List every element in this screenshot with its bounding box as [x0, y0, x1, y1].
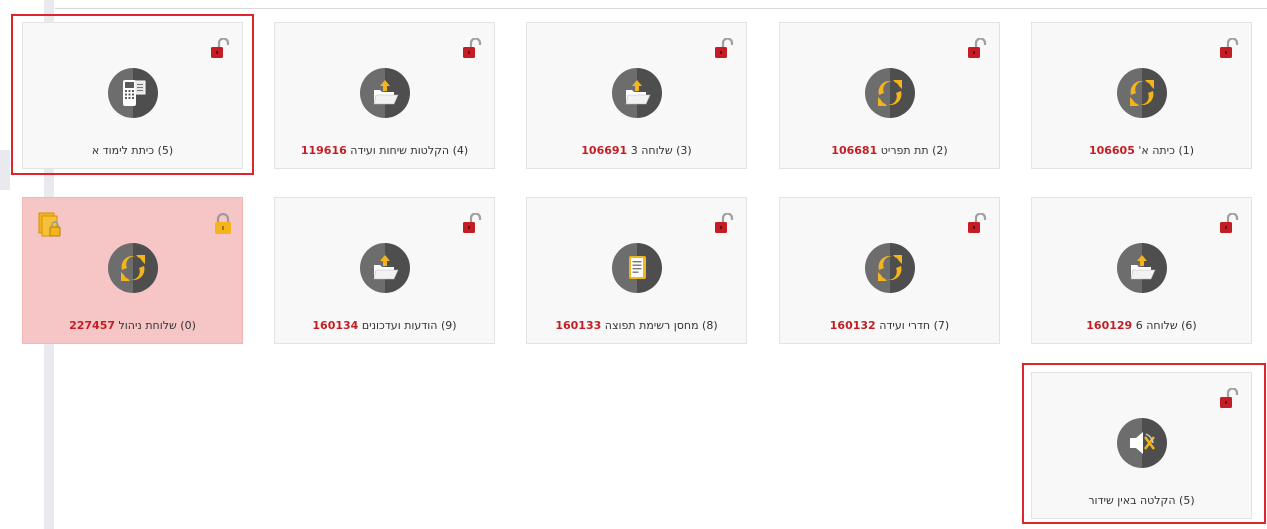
lock-closed-icon[interactable] — [214, 212, 232, 235]
tile-code: 106681 — [831, 144, 878, 157]
lock-open-icon[interactable] — [462, 212, 482, 235]
tile-name: הקלטה באין שידור — [1088, 494, 1176, 507]
extension-tile[interactable]: (3) שלוחה 3 106691 — [526, 22, 747, 169]
speaker-mute-icon — [1117, 418, 1167, 468]
lock-open-icon[interactable] — [210, 37, 230, 60]
extension-tile[interactable]: (5) הקלטה באין שידור — [1031, 372, 1252, 519]
lock-open-icon[interactable] — [714, 212, 734, 235]
extension-tile[interactable]: (1) כיתה א' 106605 — [1031, 22, 1252, 169]
tile-index: (7) — [933, 319, 950, 332]
extension-tile[interactable]: (8) מחסן רשימת תפוצה 160133 — [526, 197, 747, 344]
extension-tile[interactable]: (2) תת תפריט 106681 — [779, 22, 1000, 169]
folder-upload-icon — [360, 243, 410, 293]
tile-name: שלוחה 6 — [1135, 319, 1178, 332]
tile-caption: (7) חדרי ועידה 160132 — [780, 319, 999, 332]
extension-tile[interactable]: (5) כיתת לימוד א — [22, 22, 243, 169]
tile-code: 160132 — [829, 319, 876, 332]
tile-caption: (9) הודעות ועדכונים 160134 — [275, 319, 494, 332]
lock-open-icon[interactable] — [967, 37, 987, 60]
tile-name: כיתה א' — [1138, 144, 1175, 157]
tile-index: (4) — [452, 144, 469, 157]
tile-index: (2) — [932, 144, 948, 157]
folder-upload-icon — [360, 68, 410, 118]
tile-caption: (6) שלוחה 6 160129 — [1032, 319, 1251, 332]
tile-code: 106605 — [1088, 144, 1135, 157]
lock-open-icon[interactable] — [714, 37, 734, 60]
left-edge-tab — [0, 150, 10, 190]
refresh-arrows-icon — [865, 68, 915, 118]
tile-name: מחסן רשימת תפוצה — [604, 319, 699, 332]
lock-open-icon[interactable] — [1219, 387, 1239, 410]
tile-name: הקלטות שיחות ועידה — [350, 144, 450, 157]
keypad-device-icon — [108, 68, 158, 118]
tile-caption: (4) הקלטות שיחות ועידה 119616 — [275, 144, 494, 157]
tile-name: שלוחה 3 — [630, 144, 673, 157]
document-list-icon — [612, 243, 662, 293]
folder-upload-icon — [1117, 243, 1167, 293]
tile-caption: (8) מחסן רשימת תפוצה 160133 — [527, 319, 746, 332]
lock-open-icon[interactable] — [462, 37, 482, 60]
tile-name: הודעות ועדכונים — [361, 319, 438, 332]
refresh-arrows-icon — [108, 243, 158, 293]
tile-index: (5) — [157, 144, 174, 157]
tile-caption: (3) שלוחה 3 106691 — [527, 144, 746, 157]
tile-caption: (0) שלוחת ניהול 227457 — [23, 319, 242, 332]
tile-caption: (2) תת תפריט 106681 — [780, 144, 999, 157]
tile-code: 106691 — [581, 144, 628, 157]
tile-index: (9) — [441, 319, 457, 332]
lock-open-icon[interactable] — [1219, 212, 1239, 235]
extension-tile[interactable]: (7) חדרי ועידה 160132 — [779, 197, 1000, 344]
tile-name: שלוחת ניהול — [118, 319, 177, 332]
tile-index: (0) — [180, 319, 196, 332]
locked-document-icon[interactable] — [38, 212, 62, 238]
lock-open-icon[interactable] — [967, 212, 987, 235]
tile-code: 160133 — [555, 319, 602, 332]
tile-code: 119616 — [300, 144, 347, 157]
tile-index: (6) — [1181, 319, 1197, 332]
tile-code: 227457 — [69, 319, 116, 332]
folder-upload-icon — [612, 68, 662, 118]
tile-index: (1) — [1178, 144, 1195, 157]
extension-tile[interactable]: (6) שלוחה 6 160129 — [1031, 197, 1252, 344]
lock-open-icon[interactable] — [1219, 37, 1239, 60]
tile-index: (5) — [1179, 494, 1195, 507]
tile-index: (8) — [702, 319, 718, 332]
tile-name: תת תפריט — [880, 144, 929, 157]
tile-name: כיתת לימוד א — [91, 144, 155, 157]
extension-tile[interactable]: (9) הודעות ועדכונים 160134 — [274, 197, 495, 344]
tile-caption: (5) כיתת לימוד א — [23, 144, 242, 157]
tile-name: חדרי ועידה — [879, 319, 931, 332]
top-divider — [55, 8, 1267, 9]
tile-caption: (1) כיתה א' 106605 — [1032, 144, 1251, 157]
refresh-arrows-icon — [1117, 68, 1167, 118]
tile-caption: (5) הקלטה באין שידור — [1032, 494, 1251, 507]
tile-index: (3) — [676, 144, 692, 157]
refresh-arrows-icon — [865, 243, 915, 293]
extension-tile[interactable]: (4) הקלטות שיחות ועידה 119616 — [274, 22, 495, 169]
tile-code: 160129 — [1086, 319, 1133, 332]
tile-code: 160134 — [312, 319, 359, 332]
extension-tile[interactable]: (0) שלוחת ניהול 227457 — [22, 197, 243, 344]
